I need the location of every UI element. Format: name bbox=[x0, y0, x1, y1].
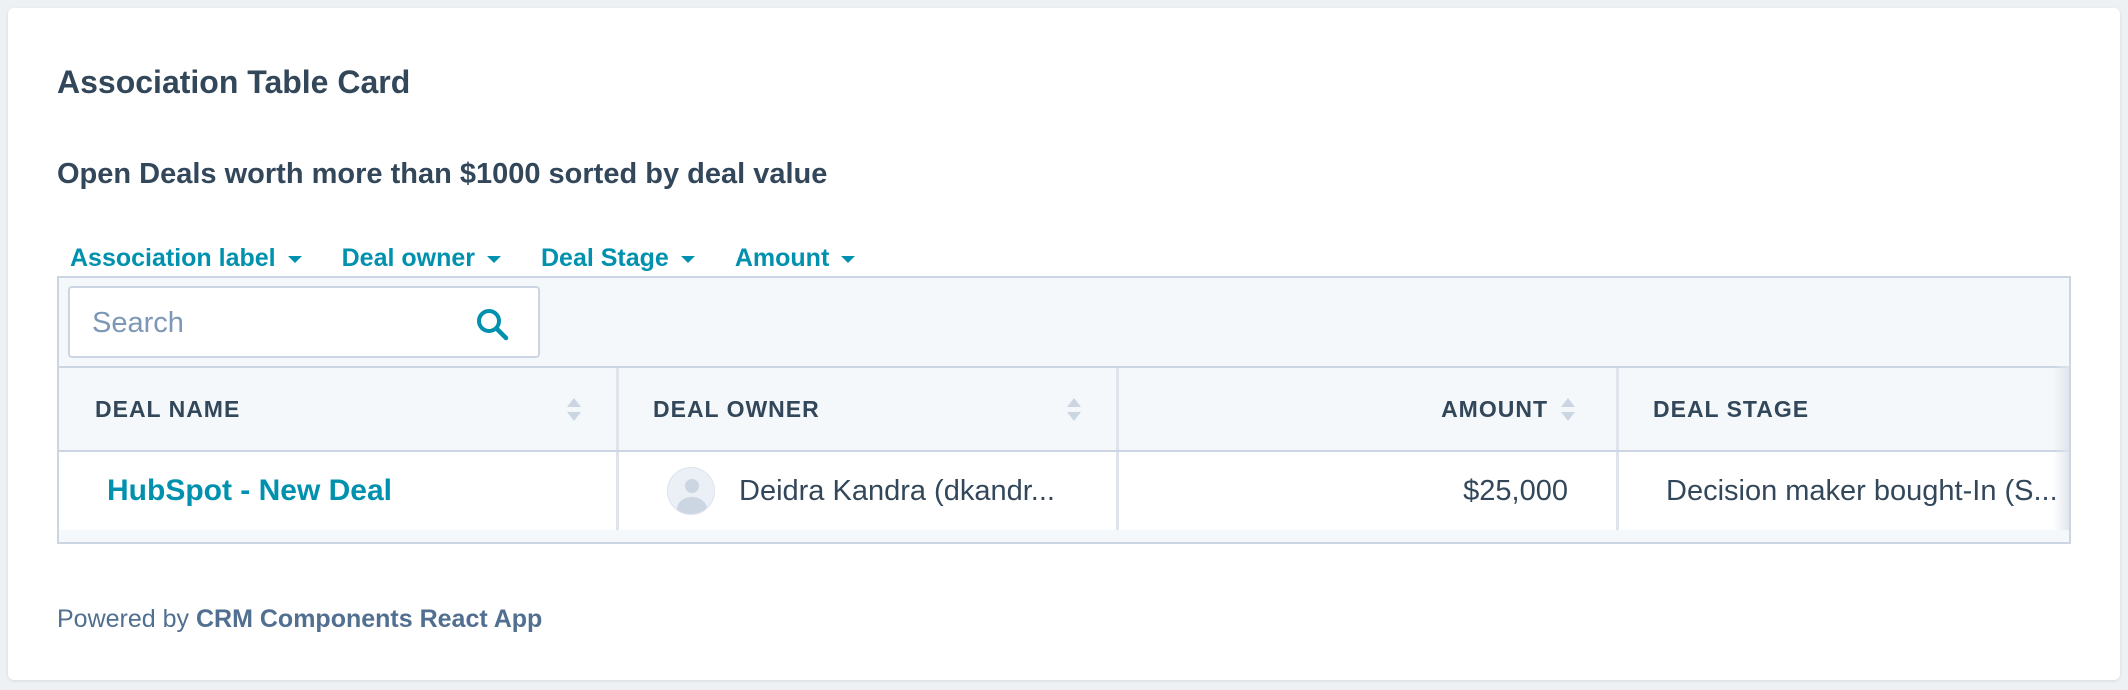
filter-label: Amount bbox=[734, 243, 830, 272]
filter-deal-owner[interactable]: Deal owner bbox=[342, 244, 501, 273]
cell-deal-owner: Deidra Kandra (dkandr... bbox=[619, 452, 1119, 530]
association-table-card: Association Table Card Open Deals worth … bbox=[8, 8, 2120, 680]
column-header-label: DEAL NAME bbox=[95, 395, 241, 422]
cell-deal-stage: Decision maker bought-In (S... bbox=[1619, 452, 2069, 530]
avatar bbox=[667, 467, 715, 515]
filter-label: Deal Stage bbox=[541, 243, 669, 272]
sort-icon[interactable] bbox=[1066, 393, 1082, 425]
filter-bar: Association label Deal owner Deal Stage … bbox=[70, 238, 895, 278]
deal-owner-name: Deidra Kandra (dkandr... bbox=[739, 474, 1055, 507]
card-title: Association Table Card bbox=[57, 64, 411, 100]
sort-icon[interactable] bbox=[1560, 393, 1576, 425]
column-header-label: DEAL OWNER bbox=[653, 395, 820, 422]
table-row: HubSpot - New Deal Deidra Kandra (dkandr… bbox=[59, 452, 2069, 530]
footer: Powered by CRM Components React App bbox=[57, 604, 542, 634]
deals-table: DEAL NAME DEAL OWNER AMOUNT DEAL STAGE H bbox=[59, 366, 2069, 542]
caret-down-icon bbox=[680, 255, 695, 263]
search-icon[interactable] bbox=[474, 306, 510, 342]
filter-association-label[interactable]: Association label bbox=[70, 244, 302, 273]
column-header-amount[interactable]: AMOUNT bbox=[1119, 368, 1619, 450]
search-box bbox=[68, 286, 540, 358]
filter-amount[interactable]: Amount bbox=[734, 243, 856, 273]
cell-amount: $25,000 bbox=[1119, 452, 1619, 530]
filter-label: Deal owner bbox=[341, 243, 475, 272]
search-input[interactable] bbox=[90, 298, 454, 348]
caret-down-icon bbox=[487, 255, 501, 263]
table-container: DEAL NAME DEAL OWNER AMOUNT DEAL STAGE H bbox=[57, 276, 2071, 544]
deal-name-link[interactable]: HubSpot - New Deal bbox=[107, 474, 392, 508]
footer-app-name: CRM Components React App bbox=[195, 605, 543, 633]
sort-icon[interactable] bbox=[566, 393, 582, 425]
column-header-label: AMOUNT bbox=[1441, 395, 1548, 422]
table-subtitle: Open Deals worth more than $1000 sorted … bbox=[57, 158, 828, 190]
filter-deal-stage[interactable]: Deal Stage bbox=[541, 244, 695, 273]
cell-deal-name: HubSpot - New Deal bbox=[59, 452, 619, 530]
column-header-deal-stage[interactable]: DEAL STAGE bbox=[1619, 368, 2069, 450]
footer-prefix: Powered by bbox=[57, 605, 190, 633]
column-header-deal-owner[interactable]: DEAL OWNER bbox=[619, 368, 1119, 450]
deal-stage-value: Decision maker bought-In (S... bbox=[1666, 474, 2058, 507]
caret-down-icon bbox=[287, 255, 302, 263]
amount-value: $25,000 bbox=[1463, 474, 1568, 507]
table-header: DEAL NAME DEAL OWNER AMOUNT DEAL STAGE bbox=[59, 366, 2069, 452]
caret-down-icon bbox=[841, 255, 856, 263]
column-header-deal-name[interactable]: DEAL NAME bbox=[59, 368, 619, 450]
column-header-label: DEAL STAGE bbox=[1653, 395, 1810, 422]
filter-label: Association label bbox=[70, 243, 276, 272]
